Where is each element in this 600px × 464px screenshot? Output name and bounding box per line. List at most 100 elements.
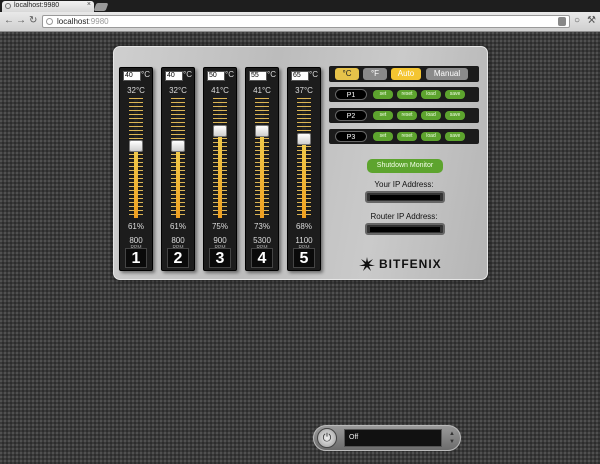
slider-thumb[interactable]: [255, 125, 269, 137]
fan-controller-panel: 40°C32°C61%800RPM7.4V1 40°C32°C61%800RPM…: [113, 46, 488, 280]
current-temp: 41°C: [253, 86, 271, 95]
reload-icon[interactable]: ↻: [29, 15, 37, 27]
preset-label-p2[interactable]: P2: [335, 110, 367, 121]
slider-thumb[interactable]: [297, 133, 311, 145]
fan-percent: 73%: [253, 222, 270, 231]
temp-unit-label: °C: [267, 70, 276, 79]
temp-setpoint-input[interactable]: 40: [165, 71, 183, 81]
fan-speed-slider[interactable]: [296, 98, 312, 218]
url-host: localhost: [57, 17, 89, 26]
mode-strip: °C °F Auto Manual: [329, 66, 479, 82]
tab-title: localhost:9980: [14, 2, 60, 9]
fan-percent: 68%: [295, 222, 312, 231]
router-ip-label: Router IP Address:: [370, 212, 438, 221]
preset-p1-load-button[interactable]: load: [421, 90, 441, 99]
status-stepper[interactable]: ▲ ▼: [449, 430, 455, 446]
fan-rpm: 5300: [253, 236, 271, 245]
fan-rpm: 1100: [295, 236, 313, 245]
preset-p3-set-button[interactable]: set: [373, 132, 393, 141]
slider-fill: [302, 133, 306, 218]
current-temp: 37°C: [295, 86, 313, 95]
browser-tab[interactable]: localhost:9980 ×: [2, 1, 94, 12]
url-port: :9980: [88, 17, 109, 26]
preset-p2-set-button[interactable]: set: [373, 111, 393, 120]
site-info-icon[interactable]: [46, 18, 53, 25]
preset-p3-load-button[interactable]: load: [421, 132, 441, 141]
preset-row-p1: P1 set reset load save: [329, 87, 479, 102]
your-ip-label: Your IP Address:: [374, 180, 434, 189]
preset-p3-save-button[interactable]: save: [445, 132, 465, 141]
new-tab-button[interactable]: [93, 3, 109, 11]
bitfenix-logo-icon: [359, 257, 375, 271]
redacted-value: [370, 227, 440, 232]
preset-label-p1[interactable]: P1: [335, 89, 367, 100]
back-arrow-icon[interactable]: ←: [4, 15, 14, 27]
fan-channel-2: 40°C32°C61%800RPM7.4V2: [161, 67, 195, 271]
fan-percent: 61%: [127, 222, 144, 231]
temp-setpoint-input[interactable]: 40: [123, 71, 141, 81]
fan-channel-3: 50°C41°C75%900RPM9V3: [203, 67, 237, 271]
channel-number: 2: [167, 248, 189, 268]
temp-unit-label: °C: [225, 70, 234, 79]
auto-button[interactable]: Auto: [391, 68, 421, 80]
slider-thumb[interactable]: [129, 140, 143, 152]
fan-channel-4: 55°C41°C73%5300RPM8.8V4: [245, 67, 279, 271]
page-action-icon[interactable]: [558, 17, 566, 26]
extension-icon[interactable]: ○: [574, 15, 580, 26]
fan-speed-slider[interactable]: [128, 98, 144, 218]
channel-number: 3: [209, 248, 231, 268]
celsius-button[interactable]: °C: [335, 68, 359, 80]
shutdown-monitor-button[interactable]: Shutdown Monitor: [367, 159, 443, 173]
preset-label-p3[interactable]: P3: [335, 131, 367, 142]
fahrenheit-button[interactable]: °F: [363, 68, 387, 80]
forward-arrow-icon[interactable]: →: [16, 15, 26, 27]
power-status-display: Off: [344, 429, 442, 447]
fan-rpm: 800: [171, 236, 185, 245]
chevron-up-icon[interactable]: ▲: [449, 430, 455, 438]
preset-row-p2: P2 set reset load save: [329, 108, 479, 123]
fan-rpm: 800: [129, 236, 143, 245]
slider-thumb[interactable]: [213, 125, 227, 137]
bitfenix-logo: BITFENIX: [359, 255, 454, 273]
preset-p3-reset-button[interactable]: reset: [397, 132, 417, 141]
preset-p2-save-button[interactable]: save: [445, 111, 465, 120]
fan-percent: 61%: [169, 222, 186, 231]
power-control: ⏻ Off ▲ ▼: [313, 425, 461, 451]
fan-speed-slider[interactable]: [254, 98, 270, 218]
tab-close-icon[interactable]: ×: [87, 1, 91, 8]
fan-rpm: 900: [213, 236, 227, 245]
page-favicon-icon: [5, 3, 11, 9]
preset-p2-load-button[interactable]: load: [421, 111, 441, 120]
temp-setpoint-input[interactable]: 65: [291, 71, 309, 81]
channel-number: 4: [251, 248, 273, 268]
current-temp: 32°C: [127, 86, 145, 95]
power-button[interactable]: ⏻: [317, 428, 337, 448]
slider-fill: [218, 125, 222, 218]
manual-button[interactable]: Manual: [426, 68, 468, 80]
fan-speed-slider[interactable]: [212, 98, 228, 218]
temp-unit-label: °C: [309, 70, 318, 79]
browser-toolbar: ← → ↻ localhost:9980 ○ ⚒: [0, 12, 600, 32]
current-temp: 41°C: [211, 86, 229, 95]
channel-number: 1: [125, 248, 147, 268]
redacted-value: [370, 195, 440, 200]
temp-setpoint-input[interactable]: 50: [207, 71, 225, 81]
slider-fill: [260, 125, 264, 218]
fan-channel-1: 40°C32°C61%800RPM7.4V1: [119, 67, 153, 271]
your-ip-field: [365, 191, 445, 203]
tab-strip: localhost:9980 ×: [0, 0, 600, 12]
wrench-icon[interactable]: ⚒: [587, 15, 596, 26]
channel-number: 5: [293, 248, 315, 268]
preset-p1-set-button[interactable]: set: [373, 90, 393, 99]
address-bar[interactable]: localhost:9980: [42, 15, 570, 28]
fan-speed-slider[interactable]: [170, 98, 186, 218]
preset-p1-save-button[interactable]: save: [445, 90, 465, 99]
preset-p2-reset-button[interactable]: reset: [397, 111, 417, 120]
fan-channel-5: 65°C37°C68%1100RPM8.3V5: [287, 67, 321, 271]
temp-setpoint-input[interactable]: 55: [249, 71, 267, 81]
slider-thumb[interactable]: [171, 140, 185, 152]
chevron-down-icon[interactable]: ▼: [449, 438, 455, 446]
temp-unit-label: °C: [141, 70, 150, 79]
preset-p1-reset-button[interactable]: reset: [397, 90, 417, 99]
preset-row-p3: P3 set reset load save: [329, 129, 479, 144]
